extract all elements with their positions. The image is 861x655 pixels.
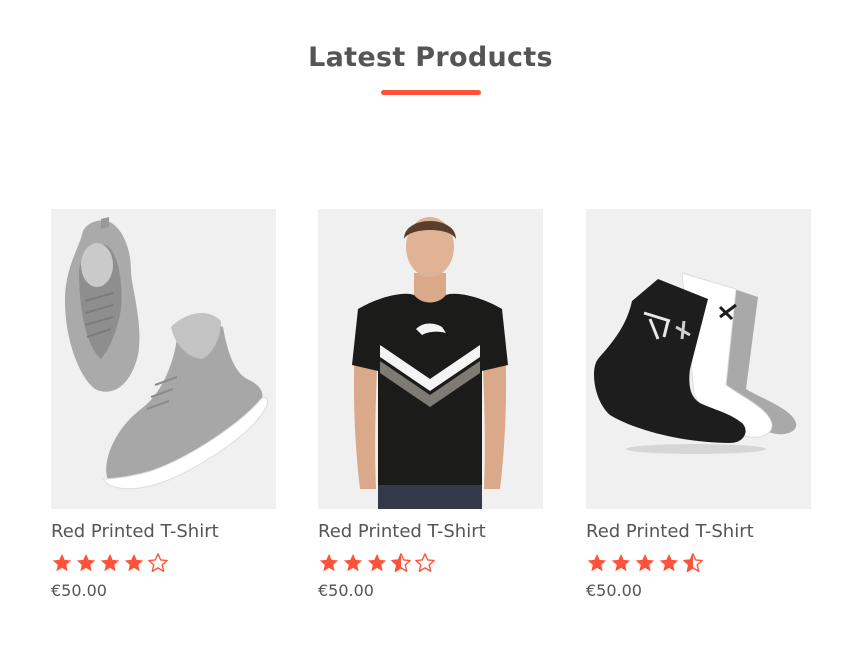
title-underline [381, 90, 481, 95]
star-icon [124, 553, 144, 572]
star-icon [52, 553, 72, 572]
star-icon [611, 553, 631, 572]
product-price: €50.00 [586, 581, 642, 600]
product-card: Red Printed T-Shirt €50.00 [51, 209, 276, 601]
product-card: Red Printed T-Shirt €50.00 [586, 209, 811, 601]
product-price: €50.00 [51, 581, 107, 600]
star-half-icon [391, 553, 411, 572]
star-icon [343, 553, 363, 572]
star-half-icon [683, 553, 703, 572]
product-rating [318, 551, 543, 575]
star-icon [635, 553, 655, 572]
product-card: Red Printed T-Shirt €50.00 [318, 209, 543, 601]
star-icon [659, 553, 679, 572]
section-title: Latest Products [308, 42, 553, 73]
product-name[interactable]: Red Printed T-Shirt [318, 521, 543, 543]
product-name[interactable]: Red Printed T-Shirt [586, 521, 811, 543]
product-rating [51, 551, 276, 575]
star-icon [100, 553, 120, 572]
star-empty-icon [148, 553, 168, 572]
star-icon [76, 553, 96, 572]
socks-image[interactable] [586, 209, 811, 509]
product-name[interactable]: Red Printed T-Shirt [51, 521, 276, 543]
star-icon [319, 553, 339, 572]
product-rating [586, 551, 811, 575]
star-empty-icon [415, 553, 435, 572]
star-icon [367, 553, 387, 572]
sneakers-image[interactable] [51, 209, 276, 509]
product-price: €50.00 [318, 581, 374, 600]
tshirt-model-image[interactable] [318, 209, 543, 509]
star-icon [587, 553, 607, 572]
